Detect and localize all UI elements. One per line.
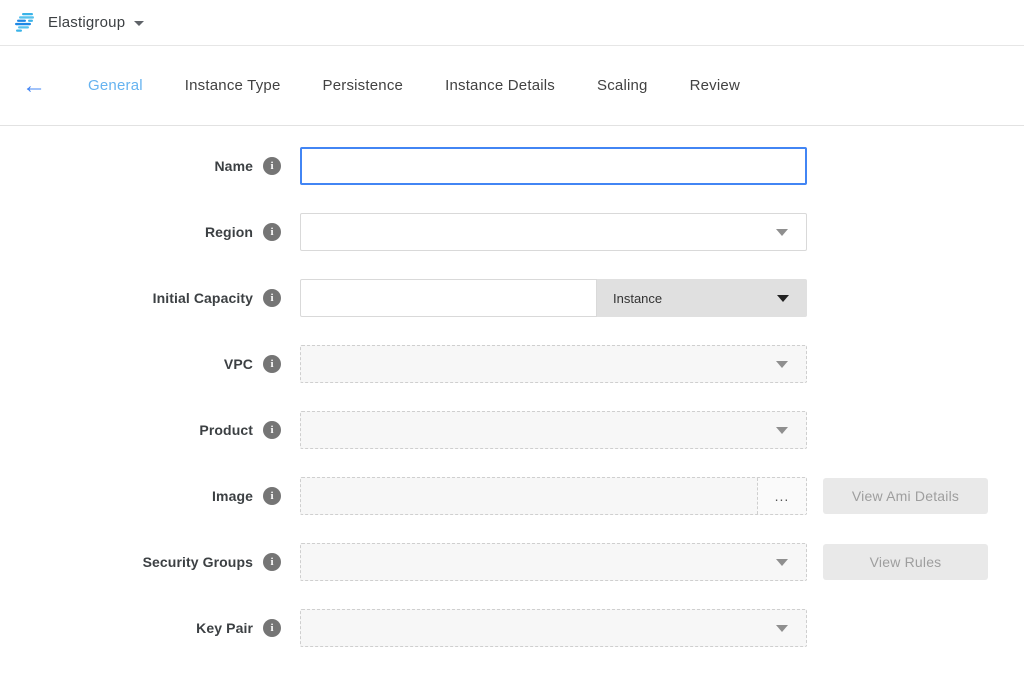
tab-review[interactable]: Review (690, 77, 740, 94)
security-groups-info-icon[interactable]: i (263, 553, 281, 571)
capacity-unit-caret-icon (777, 295, 789, 302)
vpc-caret-icon (776, 361, 788, 368)
app-switcher-label[interactable]: Elastigroup (48, 14, 125, 31)
tab-instance-type[interactable]: Instance Type (185, 77, 281, 94)
product-dropdown (300, 411, 807, 449)
region-caret-icon (776, 229, 788, 236)
image-picker: ... (300, 477, 807, 515)
region-dropdown[interactable] (300, 213, 807, 251)
field-row-region: Region i (0, 213, 1024, 251)
name-info-icon[interactable]: i (263, 157, 281, 175)
elastigroup-logo-icon (14, 11, 38, 35)
view-ami-details-button[interactable]: View Ami Details (823, 478, 988, 514)
initial-capacity-label: Initial Capacity (0, 290, 253, 306)
field-row-key-pair: Key Pair i (0, 609, 1024, 647)
name-label: Name (0, 158, 253, 174)
product-label: Product (0, 422, 253, 438)
tab-general[interactable]: General (88, 77, 143, 94)
initial-capacity-info-icon[interactable]: i (263, 289, 281, 307)
field-row-product: Product i (0, 411, 1024, 449)
security-groups-dropdown (300, 543, 807, 581)
key-pair-info-icon[interactable]: i (263, 619, 281, 637)
image-info-icon[interactable]: i (263, 487, 281, 505)
product-caret-icon (776, 427, 788, 434)
field-row-name: Name i (0, 147, 1024, 185)
image-value-field (301, 478, 757, 514)
field-row-vpc: VPC i (0, 345, 1024, 383)
security-groups-label: Security Groups (0, 554, 253, 570)
tab-instance-details[interactable]: Instance Details (445, 77, 555, 94)
name-input[interactable] (300, 147, 807, 185)
field-row-security-groups: Security Groups i View Rules (0, 543, 1024, 581)
tab-scaling[interactable]: Scaling (597, 77, 648, 94)
app-header: Elastigroup (0, 0, 1024, 46)
wizard-tabs: General Instance Type Persistence Instan… (88, 77, 782, 94)
app-switcher-caret-icon[interactable] (134, 21, 144, 26)
product-info-icon[interactable]: i (263, 421, 281, 439)
key-pair-caret-icon (776, 625, 788, 632)
region-label: Region (0, 224, 253, 240)
image-label: Image (0, 488, 253, 504)
field-row-image: Image i ... View Ami Details (0, 477, 1024, 515)
field-row-initial-capacity: Initial Capacity i Instance (0, 279, 1024, 317)
key-pair-label: Key Pair (0, 620, 253, 636)
image-browse-button[interactable]: ... (757, 478, 806, 514)
initial-capacity-input[interactable] (300, 279, 597, 317)
general-form: Name i Region i Initial Capacity i Insta… (0, 126, 1024, 647)
capacity-unit-value: Instance (613, 291, 662, 306)
capacity-unit-select[interactable]: Instance (597, 279, 807, 317)
key-pair-dropdown (300, 609, 807, 647)
tab-persistence[interactable]: Persistence (323, 77, 404, 94)
region-info-icon[interactable]: i (263, 223, 281, 241)
vpc-dropdown (300, 345, 807, 383)
view-rules-button[interactable]: View Rules (823, 544, 988, 580)
wizard-tabbar: ← General Instance Type Persistence Inst… (0, 46, 1024, 126)
security-groups-caret-icon (776, 559, 788, 566)
back-arrow-icon[interactable]: ← (20, 74, 48, 98)
vpc-info-icon[interactable]: i (263, 355, 281, 373)
vpc-label: VPC (0, 356, 253, 372)
